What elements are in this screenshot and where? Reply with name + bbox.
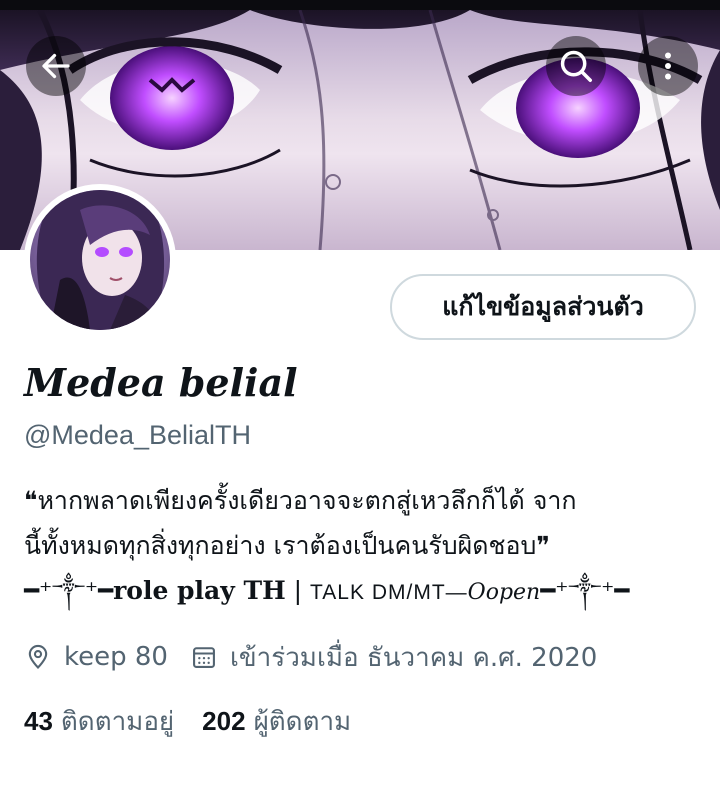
follow-stats: 43 ติดตามอยู่ 202 ผู้ติดตาม bbox=[24, 701, 379, 741]
location-item: keep 80 bbox=[24, 642, 168, 672]
bio-line-2: นี้ทั้งหมดทุกสิ่งทุกอย่าง เราต้องเป็นคนร… bbox=[24, 531, 550, 560]
location-text: keep 80 bbox=[64, 642, 168, 672]
bio-line-3: ━⁺༒⁺━role play TH | TALK DM/MT—Oopen━⁺༒⁺… bbox=[24, 568, 700, 615]
bio-separator: | bbox=[285, 576, 311, 605]
avatar-artwork bbox=[36, 190, 165, 330]
followers-label[interactable]: ผู้ติดตาม bbox=[254, 701, 352, 742]
more-vertical-icon bbox=[665, 52, 671, 80]
search-icon bbox=[560, 50, 592, 82]
bio-decoration-start: ━⁺༒⁺━ bbox=[24, 576, 114, 605]
bio-role-text: role play TH bbox=[113, 576, 286, 605]
search-button[interactable] bbox=[546, 36, 606, 96]
following-count[interactable]: 43 bbox=[24, 706, 53, 737]
bio-decoration-end: ━⁺༒⁺━ bbox=[540, 576, 630, 605]
bio-line-1: ❝หากพลาดเพียงครั้งเดียวอาจจะตกสู่เหวลึกก… bbox=[24, 486, 577, 515]
avatar[interactable] bbox=[30, 190, 170, 330]
following-label[interactable]: ติดตามอยู่ bbox=[61, 701, 174, 742]
profile-bio: ❝หากพลาดเพียงครั้งเดียวอาจจะตกสู่เหวลึกก… bbox=[24, 478, 700, 615]
back-button[interactable] bbox=[26, 36, 86, 96]
calendar-icon bbox=[193, 647, 215, 668]
status-bar bbox=[0, 0, 720, 10]
profile-meta: keep 80 เข้าร่วมเมื่อ ธันวาคม ค.ศ. 2020 bbox=[24, 637, 597, 677]
edit-profile-button[interactable]: แก้ไขข้อมูลส่วนตัว bbox=[390, 274, 696, 340]
bio-open-text: Oopen bbox=[467, 580, 541, 605]
display-name: Medea belial bbox=[24, 360, 298, 405]
user-handle: @Medea_BelialTH bbox=[24, 420, 252, 450]
followers-count[interactable]: 202 bbox=[202, 706, 245, 737]
joined-date-text: เข้าร่วมเมื่อ ธันวาคม ค.ศ. 2020 bbox=[229, 642, 598, 673]
bio-talk-text: TALK DM/MT— bbox=[310, 581, 468, 604]
arrow-left-icon bbox=[42, 53, 70, 79]
joined-item: เข้าร่วมเมื่อ ธันวาคม ค.ศ. 2020 bbox=[190, 637, 597, 678]
more-button[interactable] bbox=[638, 36, 698, 96]
location-pin-icon bbox=[28, 644, 48, 669]
